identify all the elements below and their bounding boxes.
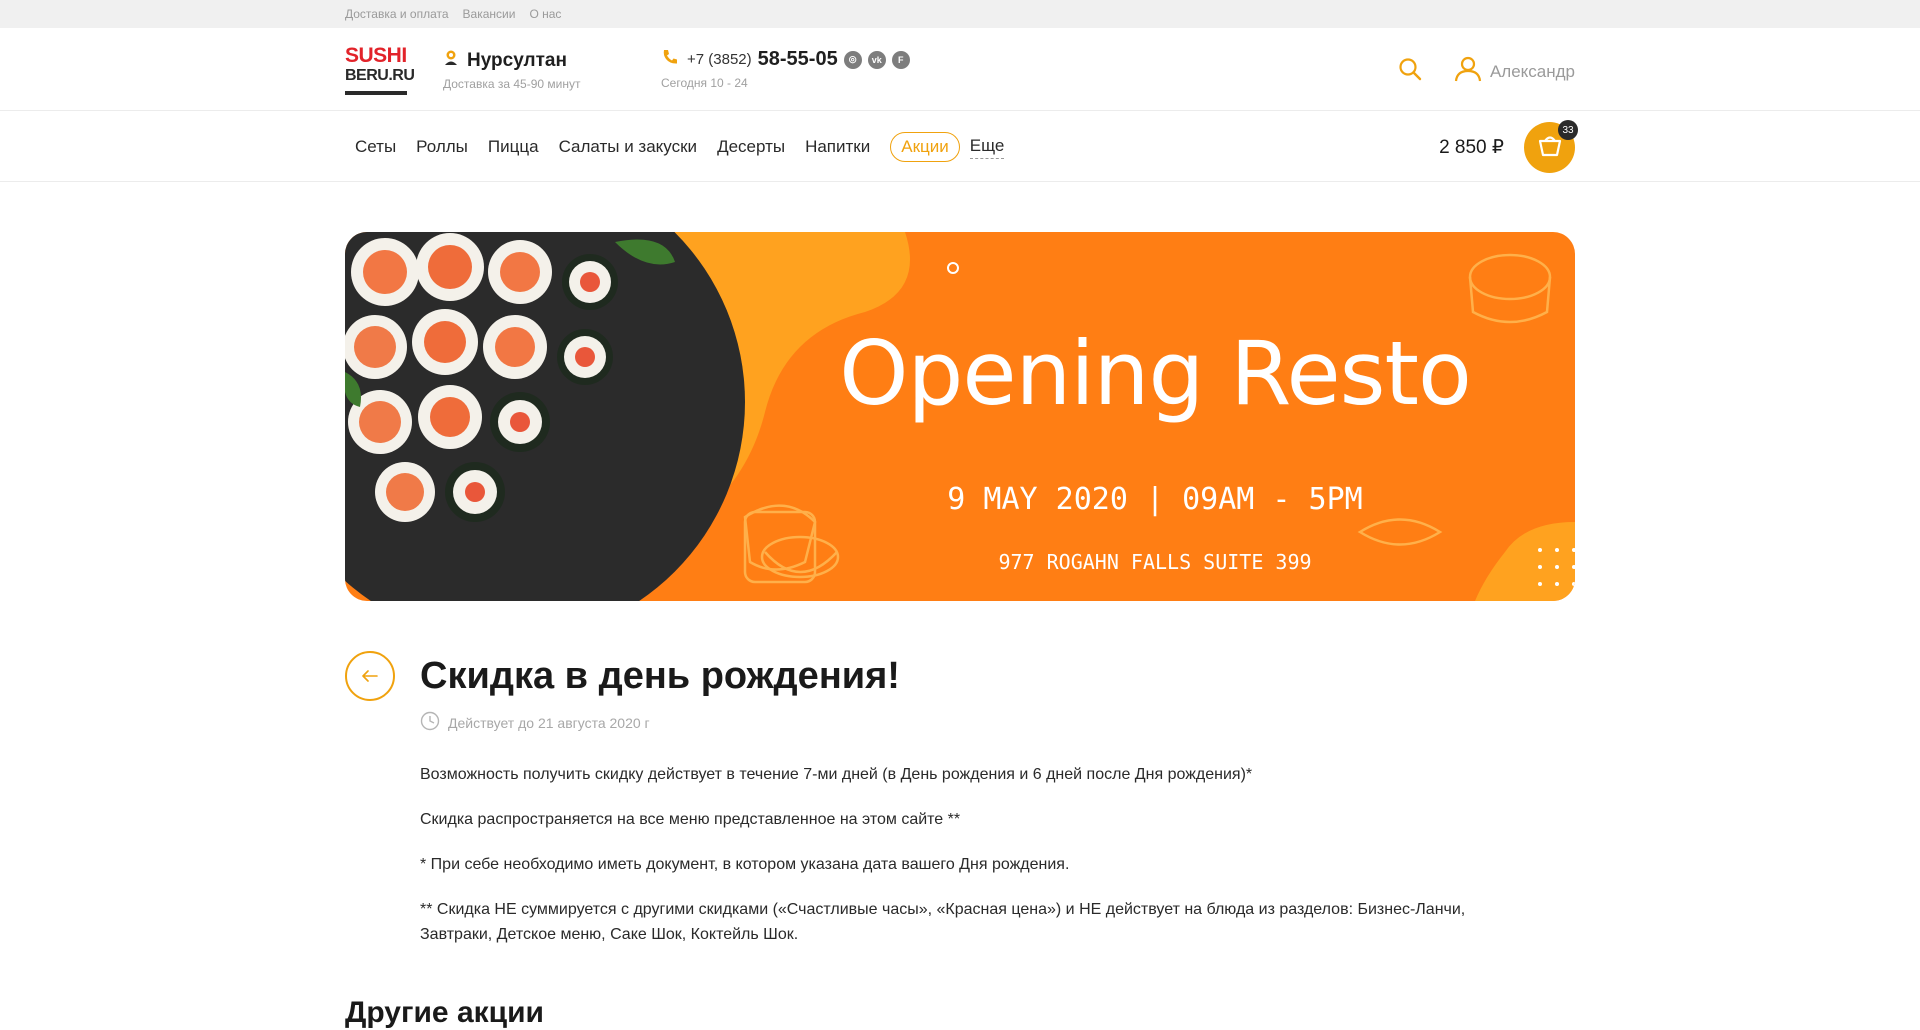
delivery-time: Доставка за 45-90 минут <box>443 77 581 91</box>
header-actions: Александр <box>1398 56 1575 87</box>
cart-total[interactable]: 2 850 ₽ <box>1439 136 1504 159</box>
cart-button[interactable]: 33 <box>1524 120 1578 173</box>
cart-block: 2 850 ₽ 33 <box>1439 120 1578 173</box>
phone-number[interactable]: 58-55-05 <box>758 48 838 71</box>
foursquare-icon[interactable]: F <box>891 50 910 69</box>
cart-count-badge: 33 <box>1558 120 1578 140</box>
link-delivery[interactable]: Доставка и оплата <box>345 7 449 21</box>
validity-text: Действует до 21 августа 2020 г <box>448 714 650 731</box>
main-nav: Сеты Роллы Пицца Салаты и закуски Десерт… <box>0 112 1920 182</box>
location-pin-icon <box>443 49 459 72</box>
promo-paragraph-1: Возможность получить скидку действует в … <box>420 766 1253 783</box>
nav-item-drinks[interactable]: Напитки <box>795 137 880 157</box>
site-logo[interactable]: SUSHI BERU.RU <box>345 44 415 95</box>
nav-item-desserts[interactable]: Десерты <box>707 137 795 157</box>
working-hours: Сегодня 10 - 24 <box>661 76 748 90</box>
user-icon[interactable] <box>1454 56 1482 87</box>
other-promos-heading: Другие акции <box>345 996 544 1029</box>
nav-item-promo[interactable]: Акции <box>890 132 960 162</box>
back-button[interactable] <box>345 651 395 701</box>
nav-item-rolls[interactable]: Роллы <box>406 137 478 157</box>
logo-underline <box>345 91 407 95</box>
banner-address: 977 ROGAHN FALLS SUITE 399 <box>998 550 1312 574</box>
site-header: SUSHI BERU.RU Нурсултан Доставка за 45-9… <box>0 28 1920 111</box>
logo-line-1: SUSHI <box>345 44 407 67</box>
nav-item-more[interactable]: Еще <box>969 136 1005 159</box>
phone-code: +7 (3852) <box>687 51 752 68</box>
link-vacancies[interactable]: Вакансии <box>463 7 516 21</box>
promo-paragraph-3: * При себе необходимо иметь документ, в … <box>420 856 1070 873</box>
city-selector[interactable]: Нурсултан Доставка за 45-90 минут <box>443 49 581 92</box>
arrow-left-icon <box>362 666 378 687</box>
promo-paragraph-2: Скидка распространяется на все меню пред… <box>420 811 961 828</box>
cart-icon <box>1537 133 1563 162</box>
promo-banner: Opening Resto 9 MAY 2020 | 09AM - 5PM 97… <box>345 232 1575 601</box>
sushi-rolls-image <box>345 233 675 522</box>
search-icon[interactable] <box>1398 57 1422 86</box>
banner-date: 9 MAY 2020 | 09AM - 5PM <box>947 482 1363 517</box>
instagram-icon[interactable]: ◎ <box>843 50 862 69</box>
promo-validity: Действует до 21 августа 2020 г <box>420 711 650 734</box>
vk-icon[interactable]: vk <box>867 50 886 69</box>
banner-title: Opening Resto <box>839 322 1472 425</box>
city-name: Нурсултан <box>467 49 567 71</box>
link-about[interactable]: О нас <box>529 7 561 21</box>
nav-item-pizza[interactable]: Пицца <box>478 137 549 157</box>
phone-icon <box>661 48 679 71</box>
promo-title: Скидка в день рождения! <box>420 655 900 697</box>
clock-icon <box>420 711 440 734</box>
nav-item-sets[interactable]: Сеты <box>345 137 406 157</box>
nav-item-salads[interactable]: Салаты и закуски <box>549 137 708 157</box>
user-name[interactable]: Александр <box>1490 62 1575 82</box>
phone-block: +7 (3852) 58-55-05 ◎ vk F Сегодня 10 - 2… <box>661 48 910 90</box>
top-bar: Доставка и оплата Вакансии О нас <box>0 0 1920 28</box>
promo-paragraph-4: ** Скидка НЕ суммируется с другими скидк… <box>420 901 1466 943</box>
logo-line-2: BERU.RU <box>345 67 415 84</box>
